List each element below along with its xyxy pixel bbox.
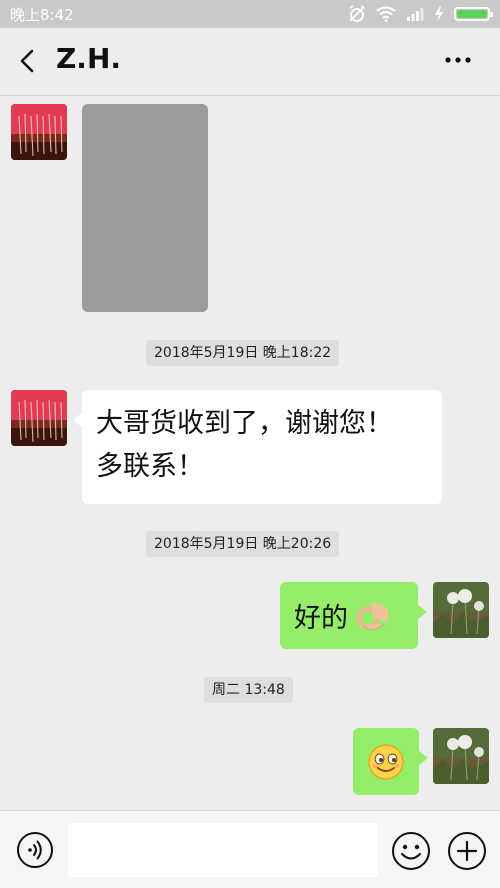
emoji-icon [392, 832, 430, 870]
message-text-line: 多联系！ [96, 451, 204, 482]
message-text: 好的 [294, 603, 348, 634]
sent-emoji-bubble[interactable] [353, 728, 428, 795]
timestamp: 2018年5月19日 晚上20:26 [146, 531, 340, 557]
smiling-face-emoji [368, 743, 404, 780]
ok-hand-emoji [356, 601, 388, 630]
emoji-button[interactable] [391, 831, 431, 871]
user-avatar[interactable] [433, 728, 489, 784]
contact-avatar[interactable] [11, 390, 67, 446]
contact-avatar[interactable] [11, 104, 67, 160]
timestamp: 周二 13:48 [204, 677, 293, 703]
wifi-icon [376, 6, 396, 22]
chat-header: Z.H. [0, 28, 500, 96]
more-options-button[interactable] [444, 50, 476, 70]
contact-avatar-image [11, 104, 67, 160]
user-avatar[interactable] [433, 582, 489, 638]
contact-avatar-image [11, 390, 67, 446]
voice-button[interactable] [16, 831, 54, 869]
back-button[interactable] [14, 46, 44, 76]
user-avatar-image [433, 728, 489, 784]
more-dots-icon [445, 57, 471, 63]
received-message-bubble[interactable]: 大哥货收到了，谢谢您！ 多联系！ [73, 390, 442, 504]
status-time: 晚上8:42 [10, 5, 74, 24]
more-functions-button[interactable] [447, 831, 487, 871]
alarm-off-icon [349, 5, 365, 22]
battery-icon [454, 7, 493, 21]
hidden-image-message[interactable] [82, 104, 208, 312]
status-icons [348, 5, 493, 23]
status-bar: 晚上8:42 [0, 0, 500, 28]
message-text-line: 大哥货收到了，谢谢您！ [96, 408, 393, 439]
voice-icon [17, 832, 53, 868]
plus-icon [448, 832, 486, 870]
chat-title: Z.H. [56, 42, 122, 75]
sent-message-bubble[interactable]: 好的 [280, 582, 427, 649]
chevron-left-icon [20, 49, 34, 73]
user-avatar-image [433, 582, 489, 638]
message-input[interactable] [68, 823, 378, 877]
signal-icon [407, 8, 424, 21]
battery-level [457, 10, 487, 18]
timestamp: 2018年5月19日 晚上18:22 [146, 340, 340, 366]
input-bar [0, 810, 500, 888]
charging-icon [435, 6, 443, 22]
